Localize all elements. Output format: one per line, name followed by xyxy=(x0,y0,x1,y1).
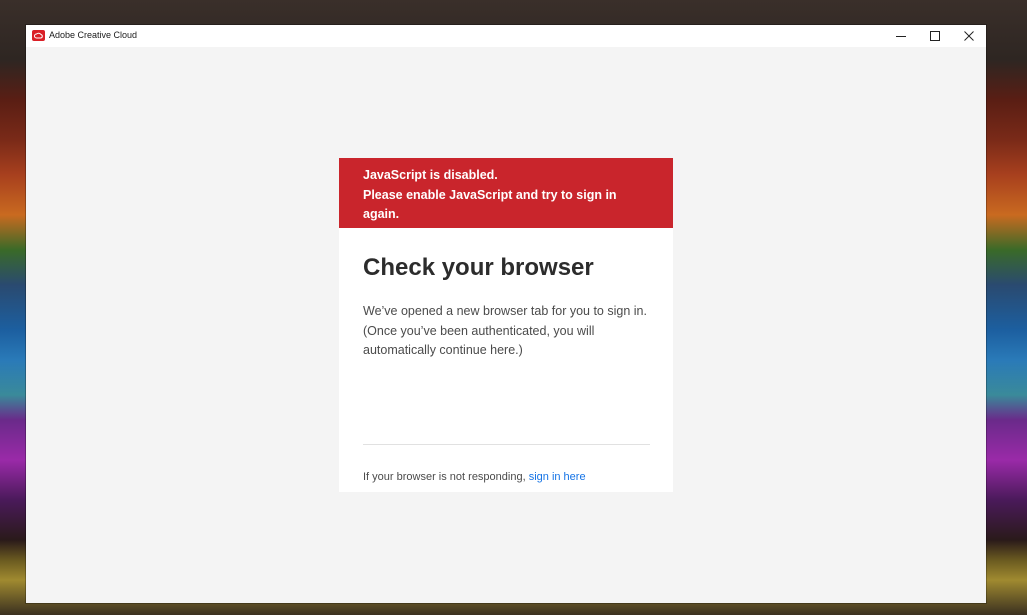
window-title: Adobe Creative Cloud xyxy=(49,30,138,40)
error-banner: JavaScript is disabled. Please enable Ja… xyxy=(339,158,673,228)
minimize-button[interactable] xyxy=(884,25,918,47)
divider xyxy=(363,444,650,445)
maximize-button[interactable] xyxy=(918,25,952,47)
sign-in-here-link[interactable]: sign in here xyxy=(529,471,586,483)
error-message: JavaScript is disabled. Please enable Ja… xyxy=(363,168,617,221)
minimize-icon xyxy=(896,36,906,37)
footer-prefix: If your browser is not responding, xyxy=(363,471,529,483)
sign-in-card: JavaScript is disabled. Please enable Ja… xyxy=(339,158,673,492)
instruction-text: We’ve opened a new browser tab for you t… xyxy=(363,304,647,357)
maximize-icon xyxy=(930,31,940,41)
close-button[interactable] xyxy=(952,25,986,47)
footer-text: If your browser is not responding, sign … xyxy=(363,471,586,483)
creative-cloud-logo-icon xyxy=(32,30,45,41)
title-bar[interactable]: Adobe Creative Cloud xyxy=(26,25,986,47)
page-title: Check your browser xyxy=(363,254,594,281)
app-window: Adobe Creative Cloud JavaScript is disab… xyxy=(26,25,986,603)
close-icon xyxy=(964,31,974,41)
